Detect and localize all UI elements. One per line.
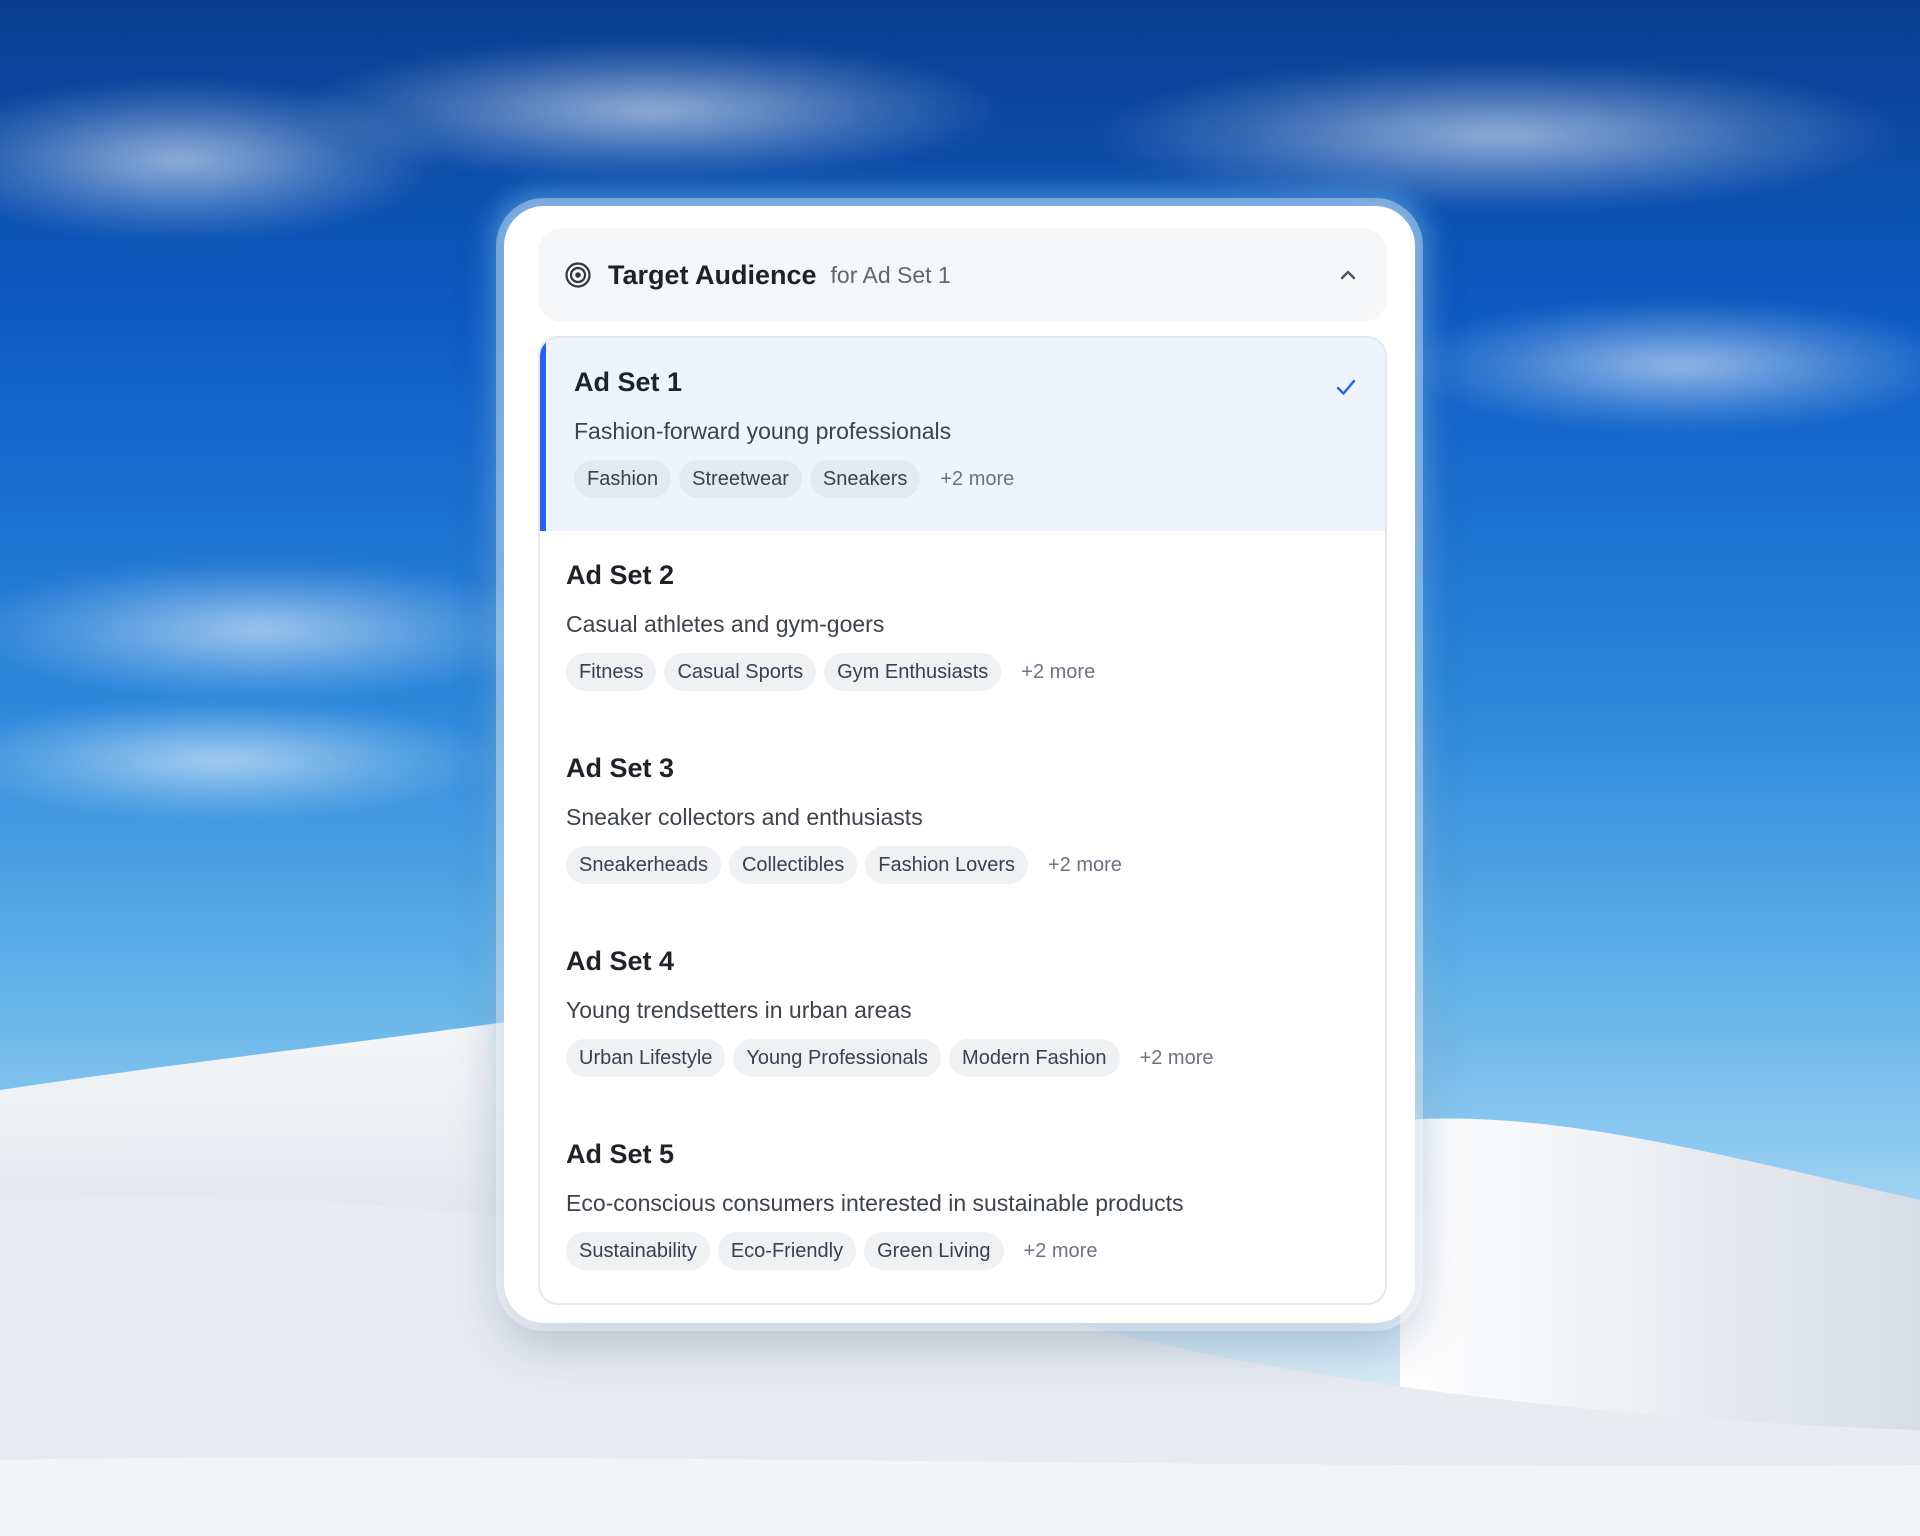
ad-set-option-5[interactable]: Ad Set 5 Eco-conscious consumers interes… (540, 1110, 1385, 1303)
panel-subtitle: for Ad Set 1 (830, 261, 951, 288)
ad-set-option-2[interactable]: Ad Set 2 Casual athletes and gym-goers F… (540, 531, 1385, 724)
ad-set-name: Ad Set 5 (566, 1139, 675, 1169)
check-icon (1336, 379, 1356, 395)
interest-tag: Young Professionals (733, 1039, 942, 1077)
ad-set-option-1[interactable]: Ad Set 1 Fashion-forward young professio… (540, 338, 1385, 531)
ad-set-description: Eco-conscious consumers interested in su… (566, 1190, 1184, 1216)
more-tags-count: +2 more (1021, 660, 1096, 683)
interest-tag: Urban Lifestyle (566, 1039, 726, 1077)
panel-title: Target Audience (608, 259, 817, 290)
more-tags-count: +2 more (940, 467, 1015, 490)
interest-tag: Streetwear (679, 460, 802, 498)
ad-set-tags: Sneakerheads Collectibles Fashion Lovers… (566, 846, 1359, 884)
ad-set-list: Ad Set 1 Fashion-forward young professio… (538, 336, 1387, 1305)
ad-set-tags: Sustainability Eco-Friendly Green Living… (566, 1232, 1359, 1270)
ad-set-description: Sneaker collectors and enthusiasts (566, 804, 923, 830)
interest-tag: Gym Enthusiasts (824, 653, 1002, 691)
ad-set-description: Young trendsetters in urban areas (566, 997, 912, 1023)
interest-tag: Eco-Friendly (717, 1232, 857, 1270)
ad-set-option-3[interactable]: Ad Set 3 Sneaker collectors and enthusia… (540, 724, 1385, 917)
more-tags-count: +2 more (1048, 853, 1122, 876)
interest-tag: Casual Sports (664, 653, 817, 691)
interest-tag: Sustainability (566, 1232, 710, 1270)
ad-set-description: Fashion-forward young professionals (574, 418, 952, 444)
ad-set-tags: Fitness Casual Sports Gym Enthusiasts +2… (566, 653, 1359, 691)
ad-set-description: Casual athletes and gym-goers (566, 611, 885, 637)
more-tags-count: +2 more (1023, 1239, 1098, 1262)
interest-tag: Fashion (574, 460, 672, 498)
ad-set-option-4[interactable]: Ad Set 4 Young trendsetters in urban are… (540, 917, 1385, 1110)
ad-set-name: Ad Set 3 (566, 753, 675, 783)
more-tags-count: +2 more (1139, 1046, 1214, 1069)
interest-tag: Fitness (566, 653, 657, 691)
interest-tag: Green Living (864, 1232, 1004, 1270)
interest-tag: Collectibles (728, 846, 858, 884)
target-audience-panel: Target Audience for Ad Set 1 Ad Set 1 Fa… (504, 206, 1415, 1323)
interest-tag: Fashion Lovers (865, 846, 1028, 884)
interest-tag: Sneakers (809, 460, 921, 498)
interest-tag: Sneakerheads (566, 846, 721, 884)
ad-set-name: Ad Set 1 (574, 367, 683, 397)
interest-tag: Modern Fashion (949, 1039, 1120, 1077)
target-audience-header[interactable]: Target Audience for Ad Set 1 (538, 228, 1387, 322)
chevron-up-icon[interactable] (1335, 262, 1361, 288)
ad-set-tags: Urban Lifestyle Young Professionals Mode… (566, 1039, 1359, 1077)
target-icon (565, 262, 591, 288)
ad-set-name: Ad Set 4 (566, 946, 675, 976)
ad-set-name: Ad Set 2 (566, 560, 675, 590)
ad-set-tags: Fashion Streetwear Sneakers +2 more (574, 460, 1359, 498)
